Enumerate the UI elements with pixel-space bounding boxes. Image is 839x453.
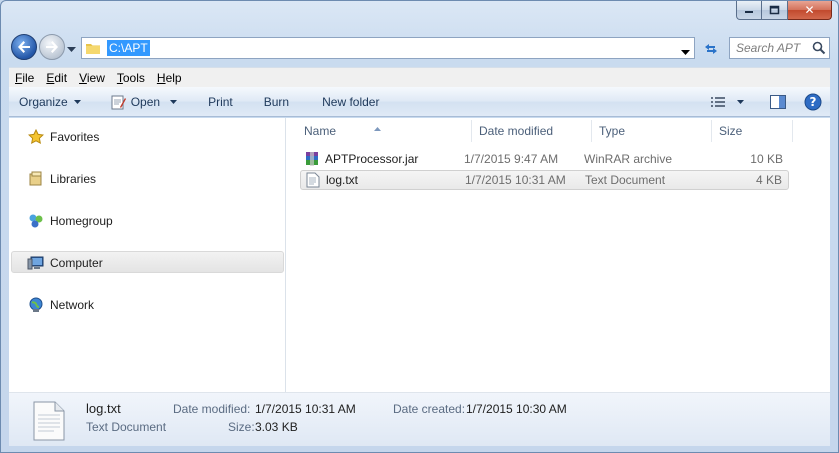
file-list-pane: Name Date modified Type Size APTProcesso… [287, 118, 830, 392]
sort-ascending-icon [374, 120, 381, 134]
column-header-size[interactable]: Size [712, 120, 793, 142]
svg-text:?: ? [810, 95, 817, 109]
change-view-button[interactable] [710, 96, 744, 108]
menu-edit[interactable]: Edit [40, 71, 73, 85]
column-header-name[interactable]: Name [297, 120, 472, 142]
explorer-window: ✕ C:\APT Search APT File Edit View Tools… [0, 0, 839, 453]
details-filename: log.txt [86, 401, 121, 416]
back-button[interactable] [11, 34, 37, 60]
chevron-down-icon [681, 50, 690, 55]
menu-tools[interactable]: Tools [111, 71, 151, 85]
minimize-button[interactable] [736, 1, 762, 20]
file-row-aptprocessor[interactable]: APTProcessor.jar 1/7/2015 9:47 AM WinRAR… [300, 149, 789, 169]
back-arrow-icon [18, 41, 30, 53]
forward-arrow-icon [46, 41, 58, 53]
file-date: 1/7/2015 10:31 AM [465, 173, 566, 187]
search-icon [812, 41, 826, 58]
column-header-type[interactable]: Type [592, 120, 712, 142]
star-icon [27, 128, 45, 146]
content-area: Favorites Libraries Homegroup Computer N… [9, 118, 830, 393]
notepad-icon [111, 95, 126, 109]
chevron-down-icon [67, 47, 76, 52]
minimize-icon [745, 11, 753, 13]
details-size-label: Size: [228, 420, 255, 434]
maximize-button[interactable] [762, 1, 788, 20]
chevron-down-icon [73, 99, 81, 104]
nav-item-libraries[interactable]: Libraries [27, 168, 96, 190]
new-folder-button[interactable]: New folder [298, 87, 388, 116]
column-header-date-modified[interactable]: Date modified [472, 120, 592, 142]
chevron-down-icon [737, 99, 744, 104]
folder-icon [86, 44, 100, 54]
nav-item-network[interactable]: Network [27, 294, 94, 316]
help-icon: ? [804, 93, 822, 110]
address-bar[interactable]: C:\APT [81, 37, 695, 59]
file-size: 10 KB [750, 152, 783, 166]
details-modified-label: Date modified: [173, 402, 251, 416]
details-created-label: Date created: [393, 402, 466, 416]
text-document-icon [305, 172, 321, 188]
menu-view[interactable]: View [73, 71, 111, 85]
close-icon: ✕ [804, 3, 815, 17]
computer-icon [27, 254, 45, 272]
details-view-icon [711, 96, 725, 107]
nav-item-computer[interactable]: Computer [27, 252, 103, 274]
file-name: log.txt [326, 173, 359, 187]
help-button[interactable]: ? [804, 93, 822, 111]
refresh-button[interactable] [698, 38, 724, 60]
command-bar: Organize Open Print Burn New folder ? [9, 87, 830, 117]
navigation-row: C:\APT Search APT [1, 33, 838, 63]
file-name: APTProcessor.jar [325, 152, 419, 166]
file-type: Text Document [585, 173, 666, 187]
file-row-log[interactable]: log.txt 1/7/2015 10:31 AM Text Document … [300, 170, 789, 190]
details-size-value: 3.03 KB [255, 420, 298, 434]
forward-button[interactable] [39, 34, 65, 60]
search-input[interactable]: Search APT [729, 37, 830, 59]
caption-buttons: ✕ [736, 1, 832, 21]
organize-button[interactable]: Organize [9, 87, 90, 116]
details-pane: log.txt Text Document Date modified: 1/7… [9, 393, 830, 446]
address-dropdown[interactable] [681, 45, 690, 59]
nav-item-favorites[interactable]: Favorites [27, 126, 99, 148]
file-date: 1/7/2015 9:47 AM [464, 152, 559, 166]
details-modified-value: 1/7/2015 10:31 AM [255, 402, 356, 416]
chevron-down-icon [170, 99, 178, 104]
burn-button[interactable]: Burn [242, 87, 298, 116]
nav-item-homegroup[interactable]: Homegroup [27, 210, 113, 232]
navigation-pane: Favorites Libraries Homegroup Computer N… [9, 118, 286, 392]
address-path[interactable]: C:\APT [107, 40, 150, 56]
menu-file[interactable]: File [9, 71, 40, 85]
homegroup-icon [27, 212, 45, 230]
text-document-icon [33, 401, 65, 444]
details-created-value: 1/7/2015 10:30 AM [466, 402, 567, 416]
menu-bar: File Edit View Tools Help [9, 67, 830, 87]
libraries-icon [27, 170, 45, 188]
view-controls: ? [700, 87, 822, 116]
refresh-icon [705, 44, 717, 54]
print-button[interactable]: Print [186, 87, 242, 116]
open-button[interactable]: Open [90, 87, 186, 116]
recent-pages-dropdown[interactable] [67, 42, 76, 56]
preview-pane-button[interactable] [770, 94, 786, 109]
details-filetype: Text Document [86, 420, 167, 434]
file-type: WinRAR archive [584, 152, 673, 166]
winrar-archive-icon [304, 151, 320, 167]
file-size: 4 KB [755, 173, 782, 187]
preview-pane-icon [770, 94, 786, 109]
network-icon [27, 296, 45, 314]
close-button[interactable]: ✕ [788, 1, 832, 20]
menu-help[interactable]: Help [151, 71, 188, 85]
maximize-icon [769, 5, 780, 15]
search-placeholder: Search APT [736, 41, 801, 55]
